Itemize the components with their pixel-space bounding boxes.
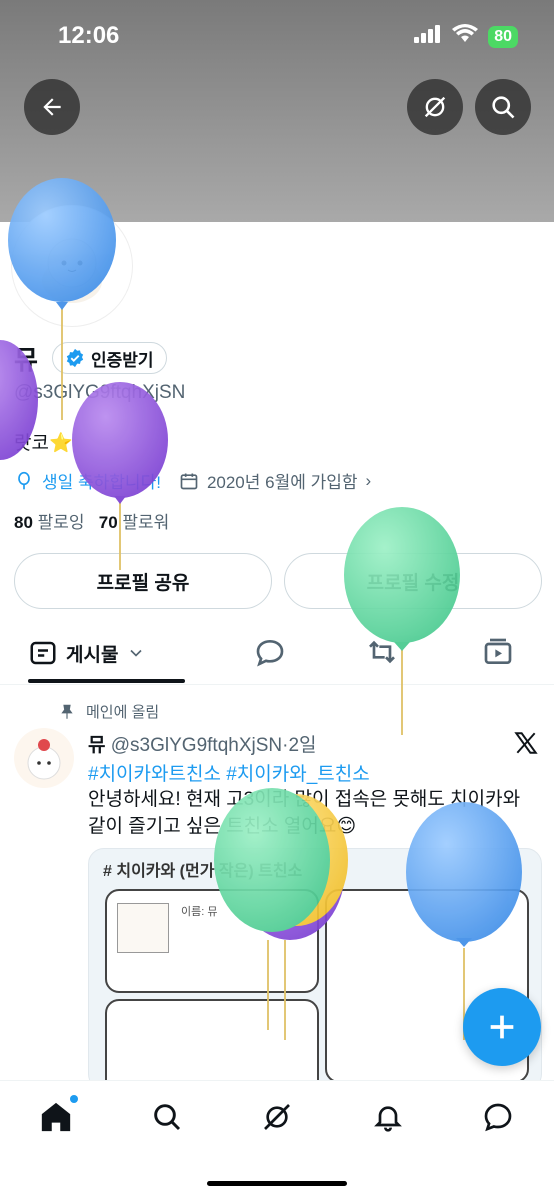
nav-messages[interactable]: [478, 1097, 518, 1137]
share-profile-button[interactable]: 프로필 공유: [14, 553, 272, 609]
birthday-link[interactable]: 생일 축하합니다!: [42, 468, 161, 493]
tab-media[interactable]: [482, 636, 514, 673]
joined-date[interactable]: 2020년 6월에 가입함: [207, 468, 358, 493]
grok-icon: [264, 1104, 290, 1130]
image-title: # 치이카와 (먼가 작은) 트친소: [103, 863, 303, 880]
back-button[interactable]: [24, 79, 80, 135]
tweet-avatar[interactable]: [14, 728, 74, 788]
plus-icon: [490, 1015, 514, 1039]
get-verified-label: 인증받기: [91, 350, 154, 370]
tab-posts-label: 게시물: [66, 644, 119, 666]
wifi-icon: [452, 24, 479, 49]
pinned-indicator: 메인에 올림: [58, 701, 159, 722]
status-time: 12:06: [58, 22, 120, 49]
notification-dot: [70, 1095, 78, 1103]
profile-handle: @s3GlYG9ftqhXjSN: [14, 382, 186, 403]
search-button[interactable]: [475, 79, 531, 135]
image-name-field: 이름: 뮤: [181, 906, 218, 918]
tab-replies[interactable]: [254, 636, 286, 673]
following-label[interactable]: 팔로잉: [38, 513, 85, 532]
tab-posts[interactable]: 게시물: [28, 638, 146, 668]
following-count[interactable]: 80: [14, 513, 33, 532]
nav-search[interactable]: [147, 1097, 187, 1137]
profile-meta: 생일 축하합니다! 2020년 6월에 가입함 ›: [14, 468, 371, 493]
media-icon: [484, 638, 512, 664]
tweet-header: 뮤 @s3GlYG9ftqhXjSN·2일: [88, 730, 317, 757]
tweet-hashtags[interactable]: #치이카와트친소 #치이카와_트친소: [88, 759, 370, 786]
chevron-down-icon: [130, 649, 143, 657]
followers-label[interactable]: 팔로워: [122, 513, 169, 532]
bell-icon: [374, 1106, 402, 1132]
image-profile-box: 이름: 뮤: [105, 889, 319, 993]
nav-notifications[interactable]: [368, 1097, 408, 1137]
signal-icon: [414, 25, 442, 48]
edit-profile-button[interactable]: 프로필 수정: [284, 553, 542, 609]
tweet-text: 안녕하세요! 현재 고3이라 많이 접속은 못해도 치이카와 같이 즐기고 싶은…: [88, 789, 521, 837]
search-icon: [154, 1104, 181, 1131]
calendar-icon: [180, 473, 198, 489]
search-icon: [492, 96, 515, 119]
x-logo-icon[interactable]: [513, 730, 539, 761]
battery-indicator: 80: [488, 25, 518, 48]
repost-icon: [369, 640, 395, 664]
reply-icon: [256, 639, 284, 667]
chat-bubble-icon: [484, 1103, 512, 1132]
verified-badge-icon: [66, 348, 84, 368]
grok-button[interactable]: [407, 79, 463, 135]
followers-count[interactable]: 70: [99, 513, 118, 532]
posts-icon: [30, 641, 56, 665]
active-tab-indicator: [28, 679, 185, 683]
follow-stats: 80 팔로잉 70 팔로워: [14, 508, 169, 533]
pin-icon: [61, 704, 73, 719]
profile-bio: 랏코⭐: [14, 433, 73, 454]
grok-icon: [424, 96, 446, 118]
character-avatar-image: [27, 739, 61, 780]
profile-avatar[interactable]: [12, 206, 132, 326]
balloon-icon: [18, 471, 30, 489]
status-icons: 80: [414, 24, 518, 49]
home-indicator: [207, 1181, 347, 1186]
nav-grok[interactable]: [257, 1097, 297, 1137]
tweet-handle[interactable]: @s3GlYG9ftqhXjSN: [111, 735, 282, 756]
image-avatar: [117, 903, 169, 953]
tweet-time[interactable]: 2일: [288, 735, 316, 756]
nav-home[interactable]: [36, 1095, 78, 1137]
image-character-box: [105, 999, 319, 1089]
tweet-author[interactable]: 뮤: [88, 735, 105, 756]
compose-button[interactable]: [463, 988, 541, 1066]
tab-reposts[interactable]: [366, 636, 398, 673]
home-icon: [41, 1102, 71, 1132]
profile-name: 뮤: [14, 345, 38, 375]
character-avatar-image: [42, 238, 102, 303]
arrow-left-icon: [43, 98, 61, 116]
pinned-label: 메인에 올림: [86, 704, 160, 721]
chevron-right-icon: ›: [365, 470, 372, 490]
get-verified-button[interactable]: 인증받기: [52, 342, 167, 374]
